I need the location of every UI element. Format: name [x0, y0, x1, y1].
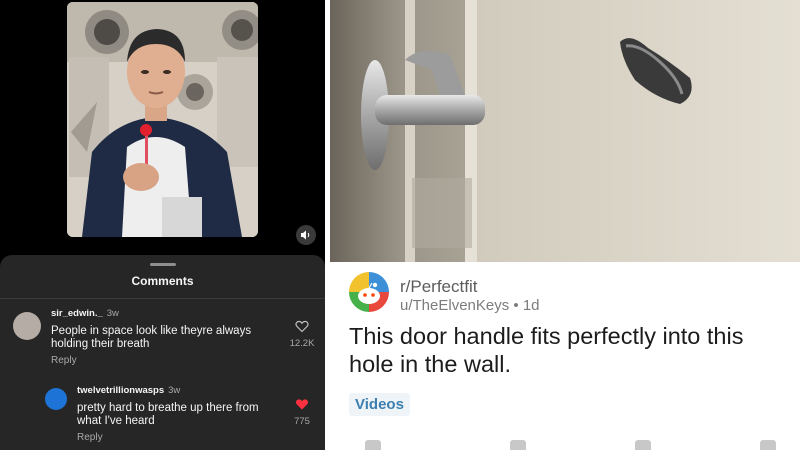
- reply-button[interactable]: Reply: [51, 355, 77, 366]
- username-text: sir_edwin._: [51, 308, 103, 319]
- heart-outline-icon[interactable]: [295, 320, 309, 333]
- username-text: twelvetrillionwasps: [77, 385, 165, 396]
- divider: [0, 298, 325, 299]
- share-icon[interactable]: [760, 440, 776, 450]
- upvote-icon[interactable]: [365, 440, 381, 450]
- comment-time: 3w: [106, 308, 119, 319]
- mute-button[interactable]: [296, 225, 316, 245]
- speaker-icon: [301, 230, 310, 240]
- comment-username[interactable]: twelvetrillionwasps 3w: [77, 385, 180, 396]
- reddit-panel: r/Perfectfit u/TheElvenKeys • 1d This do…: [330, 0, 800, 450]
- door-handle-photo: [330, 0, 800, 262]
- comment-username[interactable]: sir_edwin._ 3w: [51, 308, 119, 319]
- post-actions-bar: [330, 438, 800, 450]
- comment-text: People in space look like theyre always …: [51, 325, 252, 350]
- like-count: 12.2K: [289, 338, 315, 349]
- avatar[interactable]: [45, 388, 67, 410]
- reply-button[interactable]: Reply: [77, 432, 103, 443]
- post-author[interactable]: u/TheElvenKeys: [400, 297, 509, 314]
- post-meta: u/TheElvenKeys • 1d: [400, 297, 540, 314]
- post-age: 1d: [522, 297, 540, 314]
- share-icon[interactable]: [635, 440, 651, 450]
- comment-text: pretty hard to breathe up there from wha…: [77, 402, 259, 427]
- post-flair[interactable]: Videos: [349, 393, 410, 416]
- video-player[interactable]: [67, 2, 258, 237]
- comment-time: 3w: [168, 385, 181, 396]
- instagram-panel: Comments sir_edwin._ 3w People in space l…: [0, 0, 325, 450]
- avatar[interactable]: [13, 312, 41, 340]
- sheet-title: Comments: [131, 274, 194, 288]
- subreddit-name[interactable]: r/Perfectfit: [400, 277, 477, 297]
- meta-separator: •: [513, 297, 519, 314]
- comment-icon[interactable]: [510, 440, 526, 450]
- heart-filled-icon[interactable]: [295, 398, 309, 411]
- post-title[interactable]: This door handle fits perfectly into thi…: [349, 322, 789, 378]
- post-image[interactable]: [330, 0, 800, 262]
- subreddit-icon[interactable]: [349, 272, 389, 312]
- astronaut-video-frame: [67, 2, 258, 237]
- comments-sheet: Comments sir_edwin._ 3w People in space l…: [0, 255, 325, 450]
- like-count: 775: [294, 416, 310, 427]
- sheet-drag-handle[interactable]: [150, 263, 176, 266]
